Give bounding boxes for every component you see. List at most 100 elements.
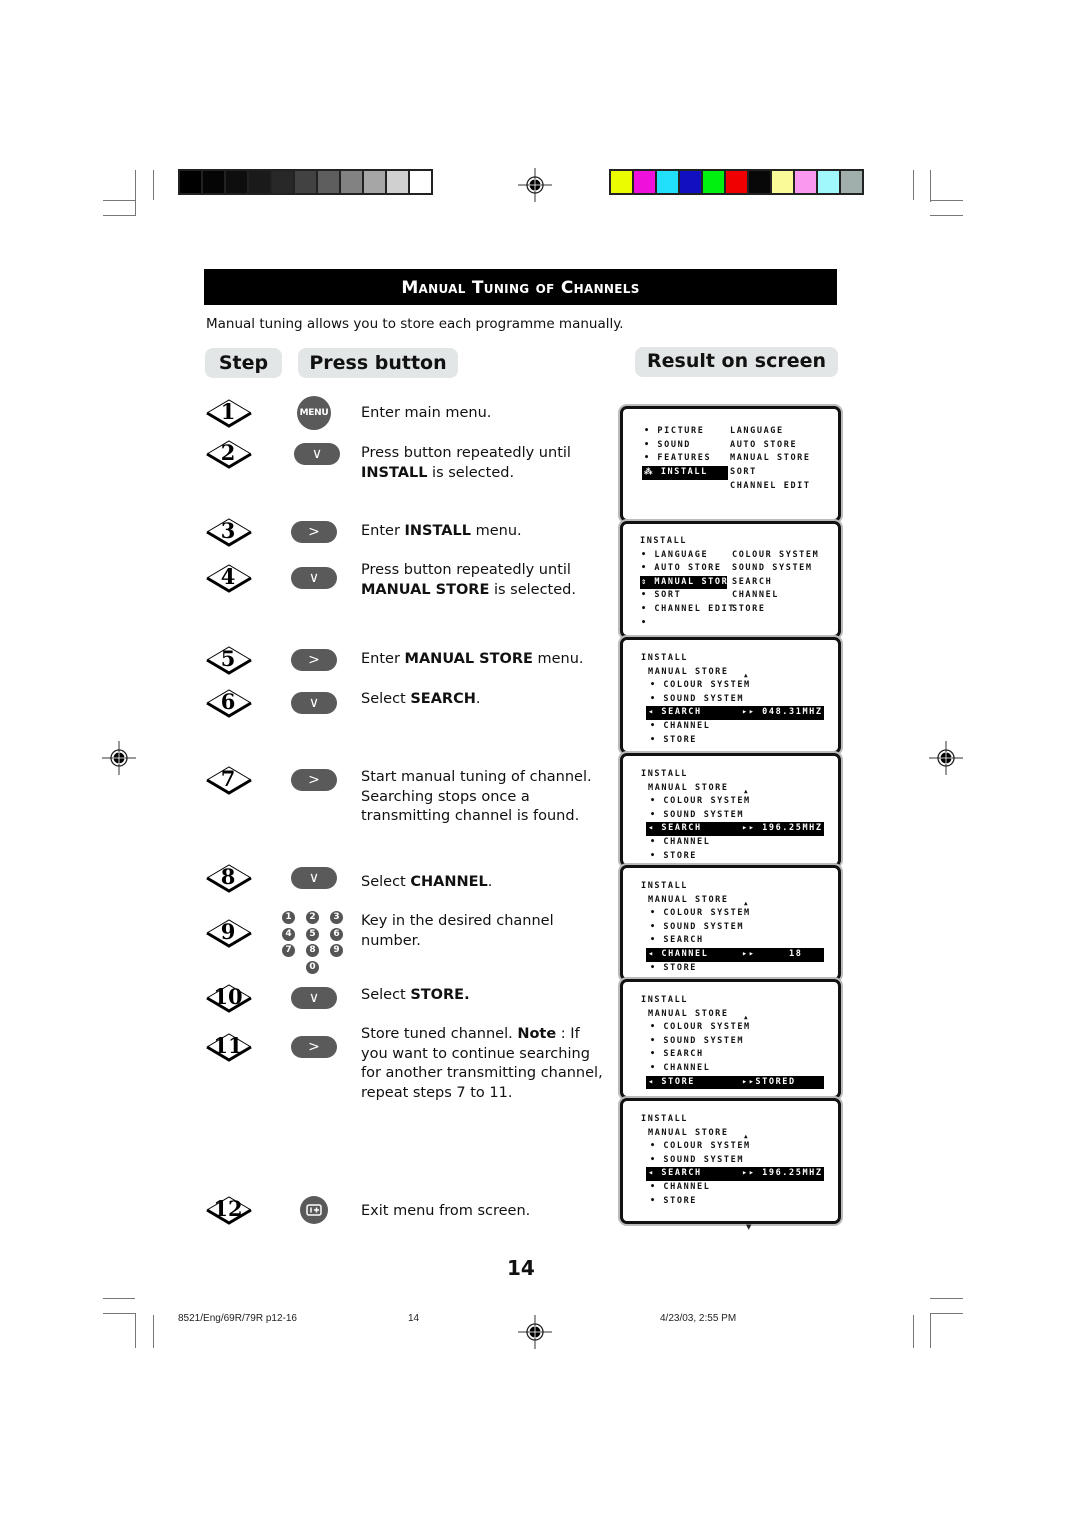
down-button[interactable]: ∨ <box>291 987 337 1009</box>
osd-item-label: ◂ SEARCH <box>648 1168 702 1179</box>
osd-submenu-item: SORT <box>730 467 757 478</box>
osd-menu-item: • SOUND <box>644 439 692 450</box>
osd-menu-item: ◂ CHANNEL ▸▸ 18 <box>646 948 824 962</box>
osd-menu-item: • SORT <box>641 590 682 601</box>
number-key-3[interactable]: 3 <box>330 911 343 924</box>
number-key-7[interactable]: 7 <box>282 944 295 957</box>
chevron-right-icon: > <box>308 1039 320 1055</box>
osd-item-label: • CHANNEL <box>650 1182 711 1192</box>
crop-mark <box>930 200 963 201</box>
osd-menu-item: ◂ STORE ▸▸STORED <box>646 1075 824 1090</box>
osd-menu-item: • COLOUR SYSTEM <box>650 1021 751 1035</box>
number-key-2[interactable]: 2 <box>306 911 319 924</box>
color-swatch <box>680 171 701 193</box>
osd-menu-item: • SOUND SYSTEM <box>650 809 744 823</box>
step-description: Select STORE. <box>361 986 611 1006</box>
text: Exit menu from screen. <box>361 1203 531 1219</box>
tv-screen-3: INSTALL MANUAL STORE ▲ • COLOUR SYSTEM • SOU… <box>620 637 841 754</box>
color-swatch <box>180 171 201 193</box>
osd-menu-item: ◂ SEARCH ▸▸ 196.25MHZ <box>646 822 824 836</box>
color-swatch <box>410 171 431 193</box>
osd-item-label: • SEARCH <box>650 935 704 946</box>
crop-mark <box>930 1298 963 1299</box>
number-key-1[interactable]: 1 <box>282 911 295 924</box>
step-number-3: 3 <box>205 517 253 547</box>
tv-screen-6: INSTALL MANUAL STORE ▲ • COLOUR SYSTEM • SOU… <box>620 979 841 1099</box>
osd-title: INSTALL <box>641 881 689 891</box>
tv-screen-4: INSTALL MANUAL STORE ▲ • COLOUR SYSTEM • SOU… <box>620 753 841 867</box>
step-number-11: 11 <box>205 1032 253 1062</box>
osd-item-label: • COLOUR SYSTEM <box>650 908 751 919</box>
osd-menu-item: • SOUND SYSTEM <box>650 1154 744 1168</box>
osd-menu-item: • CHANNEL EDIT <box>641 604 736 614</box>
right-button[interactable]: > <box>291 769 337 791</box>
chevron-right-icon: > <box>308 652 320 668</box>
crop-mark <box>103 215 135 216</box>
osd-item-value: ▸▸ 048.31MHZ <box>742 707 823 718</box>
tv-screen-2: INSTALL • LANGUAGE COLOUR SYSTEM • AUTO STO… <box>620 521 841 638</box>
osd-submenu-item: STORE <box>732 604 766 614</box>
osd-menu-item: • CHANNEL <box>650 720 710 734</box>
right-button[interactable]: > <box>291 521 337 543</box>
osd-menu-item: • PICTURE <box>644 426 705 436</box>
intro-text: Manual tuning allows you to store each p… <box>206 316 624 332</box>
number-key-6[interactable]: 6 <box>330 927 343 941</box>
chevron-down-icon: ∨ <box>308 870 320 886</box>
number-key-5[interactable]: 5 <box>306 927 319 941</box>
down-button[interactable]: ∨ <box>291 692 337 714</box>
crop-mark <box>103 200 135 201</box>
osd-item-label: • STORE <box>650 1195 698 1206</box>
osd-title: INSTALL <box>641 1114 689 1124</box>
menu-button[interactable]: MENU <box>297 396 331 430</box>
osd-item-label: • COLOUR SYSTEM <box>650 796 751 807</box>
step-description: Exit menu from screen. <box>361 1202 611 1222</box>
step-number-label: 3 <box>220 518 236 543</box>
step-number-label: 12 <box>213 1196 243 1221</box>
down-button[interactable]: ∨ <box>291 867 337 889</box>
osd-item-label: • COLOUR SYSTEM <box>650 680 751 691</box>
step-number-6: 6 <box>205 688 253 718</box>
step-number-12: 12 <box>205 1195 253 1225</box>
number-key-0[interactable]: 0 <box>306 960 319 974</box>
osd-menu-item: • CHANNEL <box>650 1181 710 1195</box>
osd-item-value: ▸▸STORED <box>742 1076 796 1087</box>
osd-menu-item: • SEARCH <box>650 934 704 948</box>
down-button[interactable]: ∨ <box>294 443 340 465</box>
color-swatch <box>703 171 724 193</box>
color-swatch <box>726 171 747 193</box>
number-key-8[interactable]: 8 <box>306 944 319 957</box>
step-number-8: 8 <box>205 863 253 893</box>
osd-subtitle: MANUAL STORE <box>648 782 729 793</box>
right-button[interactable]: > <box>291 1036 337 1058</box>
number-key-4[interactable]: 4 <box>282 927 295 941</box>
crop-mark <box>930 170 931 202</box>
step-description: Press button repeatedly until MANUAL STO… <box>361 561 611 600</box>
step-number-1: 1 <box>205 398 253 428</box>
step-description: Enter INSTALL menu. <box>361 522 611 542</box>
bold-term: MANUAL STORE <box>361 581 490 598</box>
step-number-label: 2 <box>220 440 236 465</box>
tv-screen-5: INSTALL MANUAL STORE ▲ • COLOUR SYSTEM • SOU… <box>620 865 841 981</box>
text: Store tuned channel. <box>361 1026 518 1042</box>
number-key-9[interactable]: 9 <box>330 944 343 957</box>
osd-item-label: • STORE <box>650 734 698 745</box>
osd-item-label: • STORE <box>650 850 698 861</box>
color-swatch <box>203 171 224 193</box>
osd-item-label: ◂ CHANNEL <box>648 949 709 959</box>
text: Enter <box>361 523 405 539</box>
color-swatch <box>611 171 632 193</box>
osd-item-label: • SOUND SYSTEM <box>650 809 745 820</box>
color-swatch <box>795 171 816 193</box>
osd-menu-item: • COLOUR SYSTEM <box>650 1140 751 1154</box>
right-button[interactable]: > <box>291 649 337 671</box>
osd-item-label: • SEARCH <box>650 1049 704 1060</box>
registration-mark-icon <box>518 1315 552 1349</box>
osd-item-label: ◂ STORE <box>648 1076 696 1087</box>
osd-item-value: ▸▸ 18 <box>742 949 803 959</box>
osd-subtitle: MANUAL STORE <box>648 1127 729 1138</box>
osd-menu-item: • STORE <box>650 850 697 864</box>
down-button[interactable]: ∨ <box>291 567 337 589</box>
color-swatch <box>749 171 770 193</box>
color-swatch <box>818 171 839 193</box>
osd-exit-button[interactable] <box>300 1196 328 1224</box>
